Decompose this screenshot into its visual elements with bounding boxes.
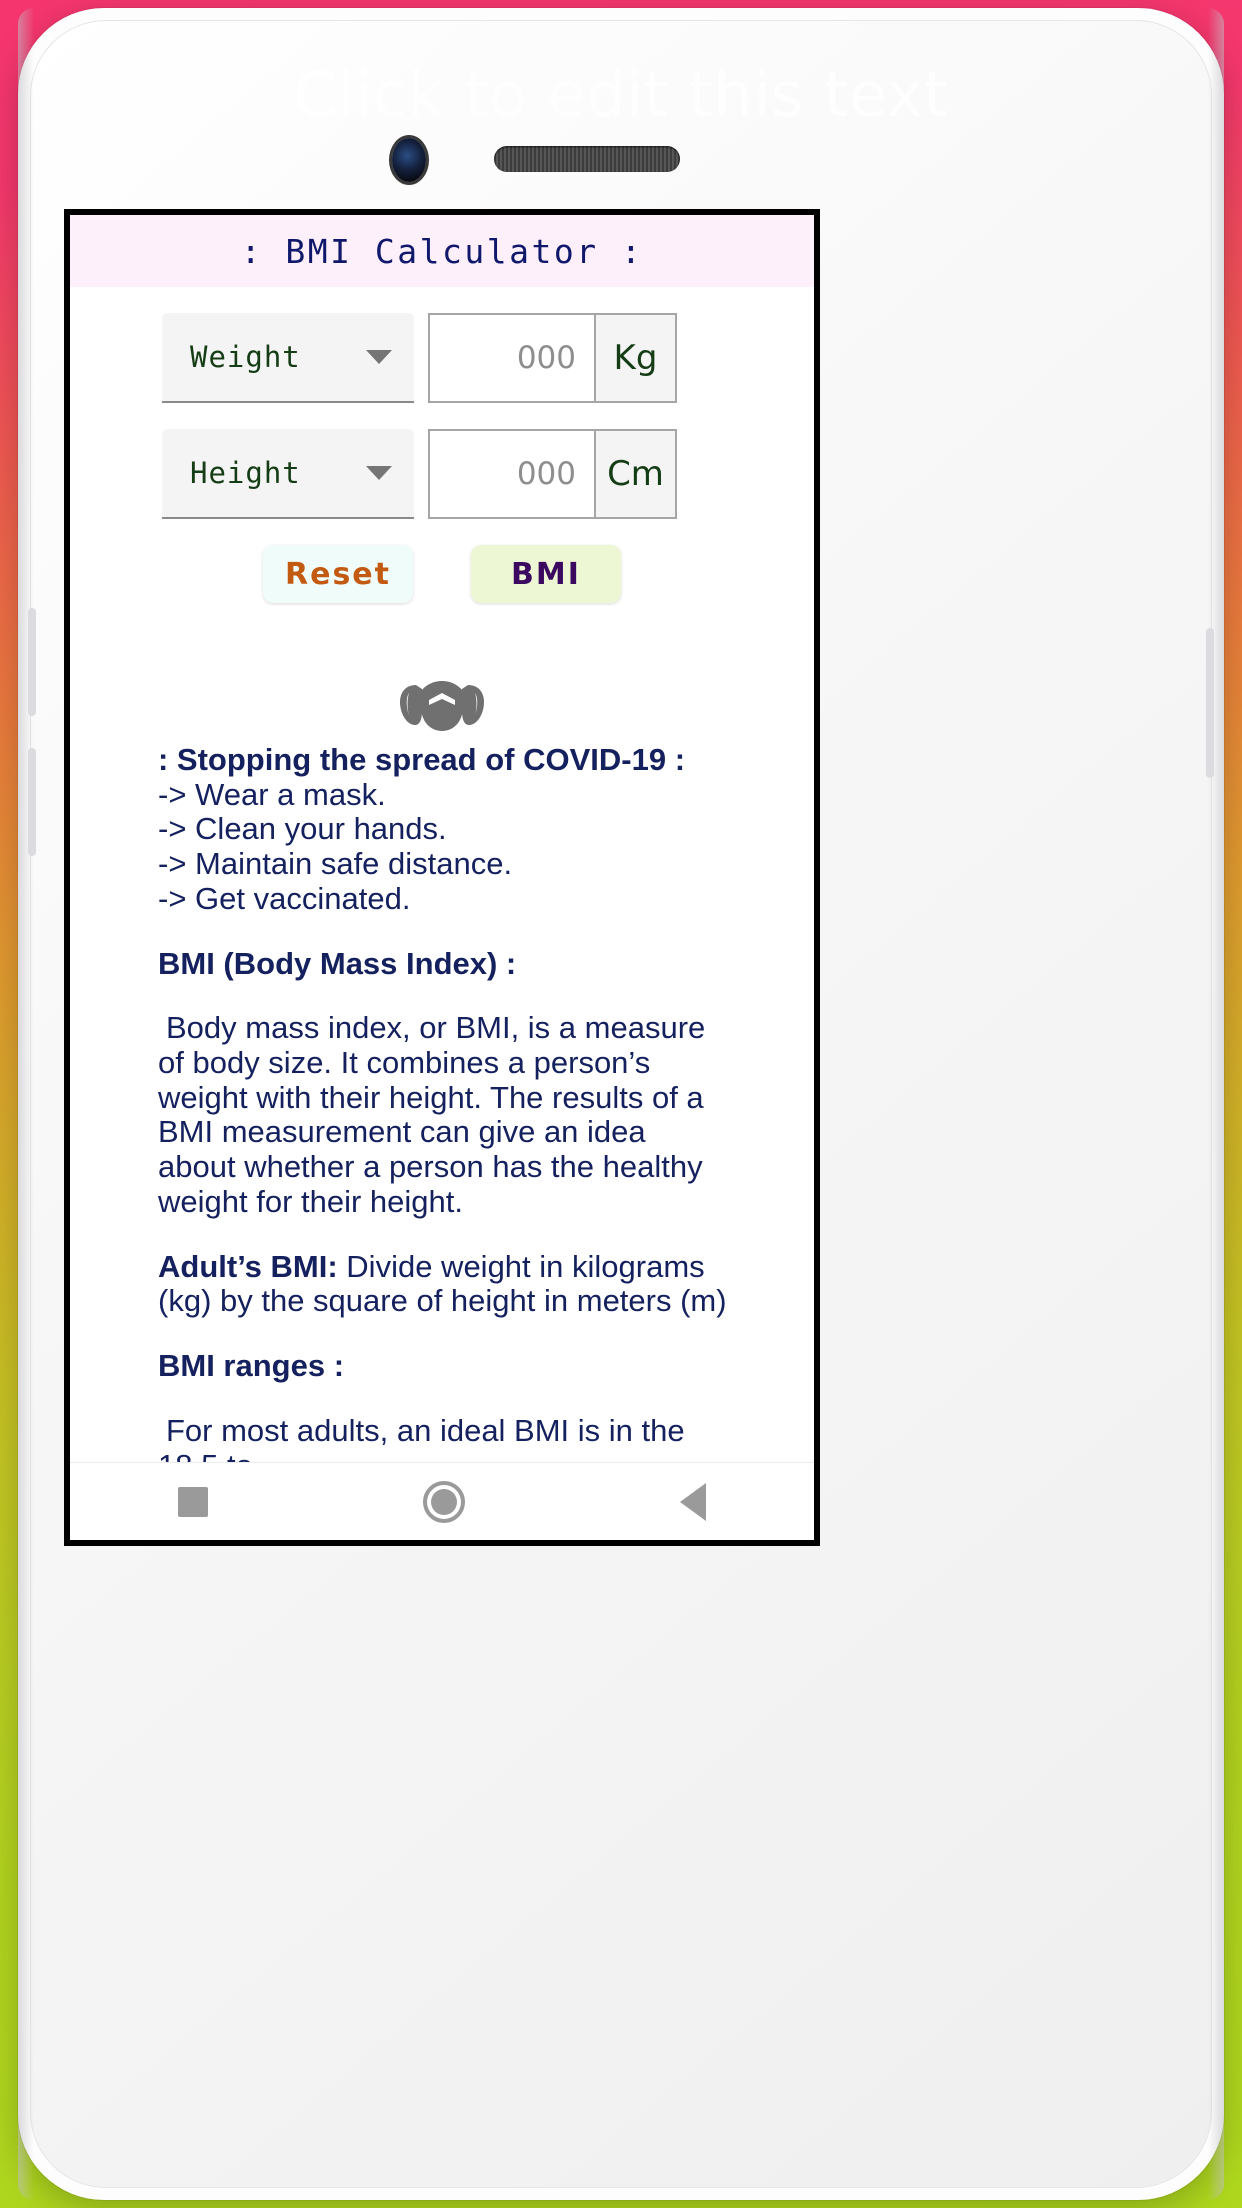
bmi-paragraph: Body mass index, or BMI, is a measure of… bbox=[158, 1010, 706, 1219]
bmi-heading: BMI (Body Mass Index) : bbox=[158, 945, 517, 981]
height-input[interactable] bbox=[428, 429, 595, 519]
covid-tip: -> Get vaccinated. bbox=[158, 880, 411, 916]
page-title: : BMI Calculator : bbox=[240, 231, 644, 271]
earpiece-speaker-icon bbox=[494, 146, 680, 172]
face-mask-icon bbox=[400, 681, 484, 731]
face-mask-icon-wrap bbox=[70, 671, 814, 733]
edit-text-placeholder[interactable]: Click to edit this text bbox=[0, 58, 1242, 131]
height-dropdown-label: Height bbox=[190, 456, 301, 490]
weight-dropdown[interactable]: Weight bbox=[162, 313, 414, 403]
phone-screen: : BMI Calculator : Weight Kg Height bbox=[64, 209, 820, 1546]
action-button-row: Reset BMI bbox=[70, 545, 814, 603]
phone-rim-right bbox=[1208, 8, 1224, 2200]
covid-heading: : Stopping the spread of COVID-19 : bbox=[158, 742, 686, 777]
weight-row: Weight Kg bbox=[70, 313, 814, 403]
chevron-down-icon bbox=[366, 466, 392, 480]
app-bar: : BMI Calculator : bbox=[70, 215, 814, 287]
phone-rim-left bbox=[18, 8, 34, 2200]
height-dropdown[interactable]: Height bbox=[162, 429, 414, 519]
covid-tip: -> Clean your hands. bbox=[158, 811, 447, 847]
weight-dropdown-label: Weight bbox=[190, 340, 301, 374]
square-recents-icon[interactable] bbox=[177, 1486, 208, 1517]
height-row: Height Cm bbox=[70, 429, 814, 519]
info-section: : Stopping the spread of COVID-19 : -> W… bbox=[70, 742, 814, 1483]
bmi-ranges-heading: BMI ranges : bbox=[158, 1348, 345, 1384]
adult-bmi-label: Adult’s BMI: bbox=[158, 1248, 338, 1284]
adult-bmi-line: Adult’s BMI: Divide weight in kilograms … bbox=[158, 1248, 730, 1319]
covid-tip: -> Wear a mask. bbox=[158, 776, 386, 812]
volume-up-button[interactable] bbox=[28, 608, 36, 716]
app-viewport: : BMI Calculator : Weight Kg Height bbox=[70, 215, 814, 1540]
power-button[interactable] bbox=[1206, 628, 1214, 778]
camera-icon bbox=[392, 138, 426, 182]
bmi-form: Weight Kg Height Cm bbox=[70, 287, 814, 603]
height-unit-label: Cm bbox=[595, 429, 677, 519]
android-navigation-bar bbox=[70, 1462, 814, 1540]
chevron-down-icon bbox=[366, 350, 392, 364]
weight-input[interactable] bbox=[428, 313, 595, 403]
weight-unit-label: Kg bbox=[595, 313, 677, 403]
height-value-group: Cm bbox=[428, 429, 677, 519]
calculate-bmi-button[interactable]: BMI bbox=[471, 545, 621, 603]
triangle-back-icon[interactable] bbox=[680, 1482, 707, 1521]
circle-home-icon[interactable] bbox=[422, 1480, 465, 1523]
volume-down-button[interactable] bbox=[28, 748, 36, 856]
covid-tip: -> Maintain safe distance. bbox=[158, 846, 513, 882]
weight-value-group: Kg bbox=[428, 313, 677, 403]
reset-button[interactable]: Reset bbox=[263, 545, 413, 603]
